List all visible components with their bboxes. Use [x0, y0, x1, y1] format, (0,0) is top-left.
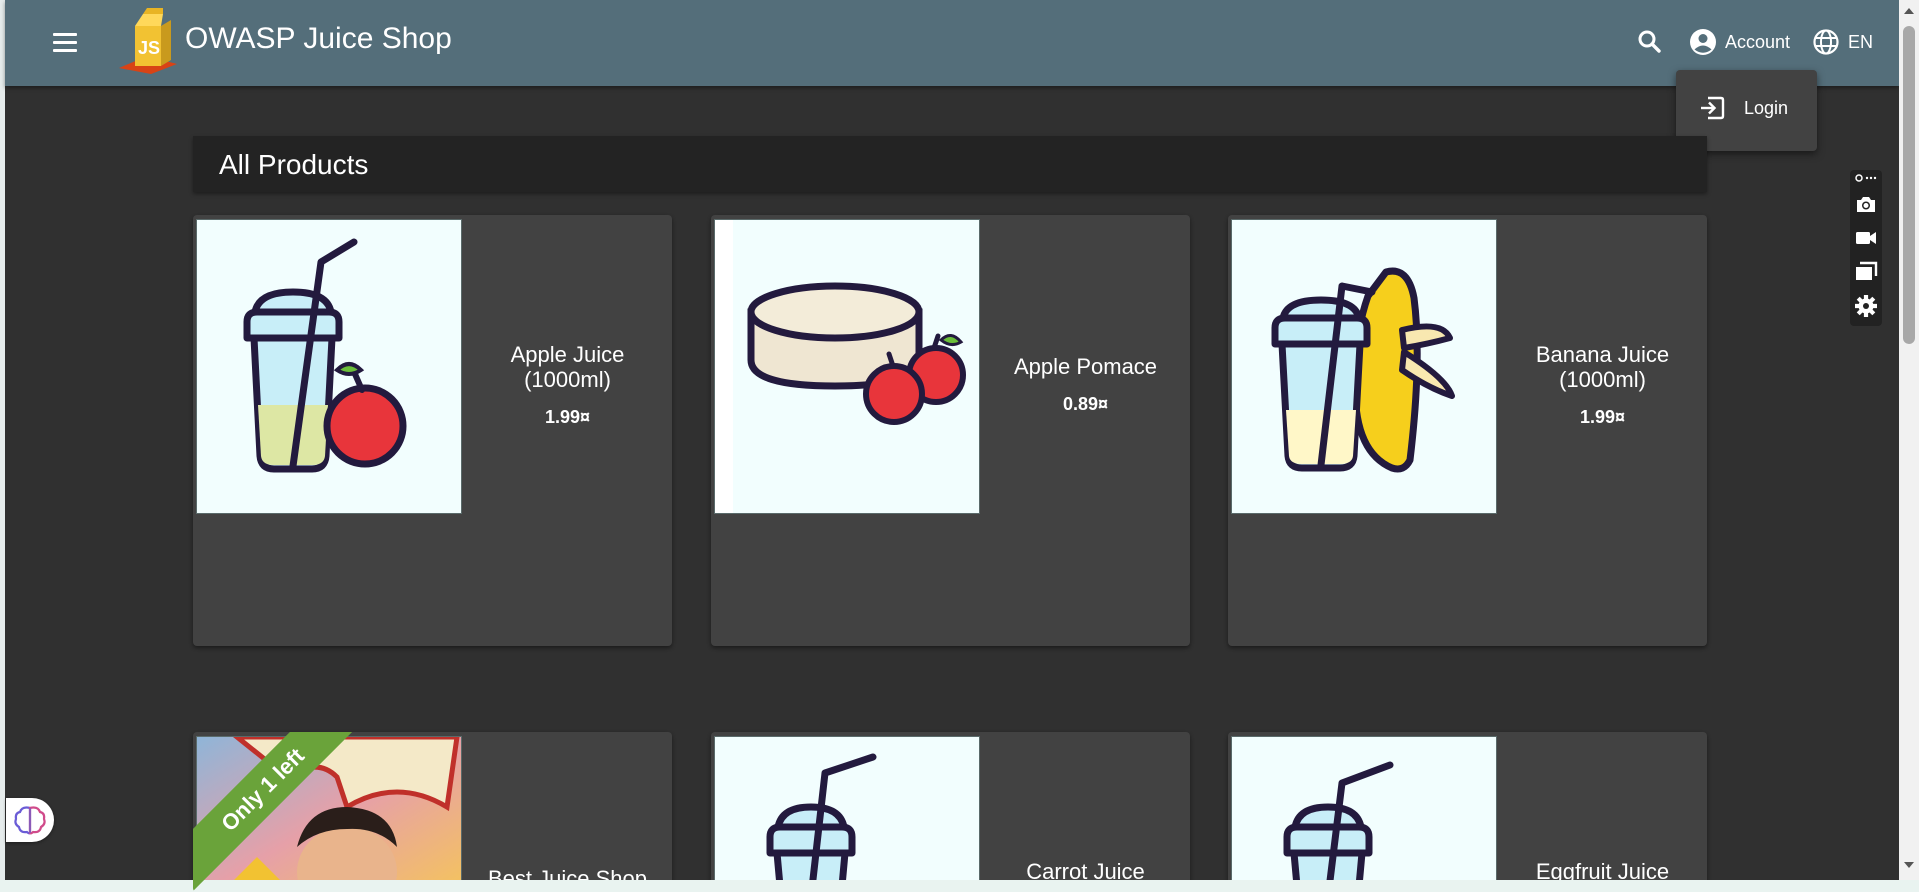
account-button[interactable]: Account — [1689, 24, 1790, 60]
search-icon — [1638, 30, 1661, 53]
product-card[interactable]: Banana Juice (1000ml) 1.99¤ — [1228, 215, 1707, 646]
scroll-up-arrow[interactable] — [1904, 8, 1914, 14]
product-info: Apple Juice (1000ml) 1.99¤ — [465, 342, 670, 428]
window-bottom-edge — [0, 880, 1919, 892]
language-button[interactable]: EN — [1812, 24, 1873, 60]
login-icon — [1701, 96, 1725, 120]
product-price: 0.89¤ — [1062, 394, 1109, 414]
product-image — [714, 736, 980, 892]
juice-cup-icon — [1283, 761, 1394, 892]
product-card[interactable]: Only 1 left Best Juice Shop — [193, 732, 672, 892]
assistant-button[interactable] — [6, 798, 54, 842]
brain-icon — [14, 806, 46, 835]
video-camera-icon[interactable] — [1854, 226, 1878, 250]
product-image — [714, 219, 980, 514]
banana-juice-cup-icon — [1271, 267, 1455, 473]
product-price: 1.99¤ — [1579, 407, 1626, 427]
globe-icon — [1813, 29, 1839, 55]
extension-more-icon[interactable] — [1854, 172, 1878, 184]
apple-juice-cup-icon — [243, 238, 407, 473]
login-label: Login — [1744, 97, 1789, 118]
product-name: Apple Pomace — [1013, 354, 1158, 379]
product-card[interactable]: Eggfruit Juice — [1228, 732, 1707, 892]
juice-cup-icon — [766, 753, 877, 892]
product-name: Banana Juice (1000ml) — [1535, 342, 1670, 392]
product-image — [196, 219, 462, 514]
product-name: Apple Juice (1000ml) — [510, 342, 625, 392]
svg-text:JS: JS — [138, 38, 160, 58]
page-scrollbar[interactable] — [1899, 0, 1919, 892]
apple-pomace-icon — [715, 220, 966, 513]
language-label: EN — [1848, 31, 1874, 52]
search-button[interactable] — [1630, 22, 1670, 62]
products-heading-bar: All Products — [193, 136, 1707, 192]
account-label: Account — [1725, 31, 1791, 52]
window-frame — [0, 0, 5, 892]
product-image — [1231, 219, 1497, 514]
account-circle-icon — [1690, 29, 1716, 55]
scroll-down-arrow[interactable] — [1904, 862, 1914, 868]
product-price: 1.99¤ — [544, 407, 591, 427]
product-info: Apple Pomace 0.89¤ — [983, 354, 1188, 415]
camera-icon[interactable] — [1854, 192, 1878, 216]
product-card[interactable]: Carrot Juice — [711, 732, 1190, 892]
hamburger-icon — [53, 33, 77, 36]
app-title[interactable]: OWASP Juice Shop — [185, 22, 452, 56]
side-menu-button[interactable] — [45, 24, 85, 60]
login-menu-item[interactable]: Login — [1676, 80, 1817, 136]
top-toolbar: JS OWASP Juice Shop Account EN — [5, 0, 1899, 86]
scrollbar-thumb[interactable] — [1903, 26, 1915, 344]
windows-icon[interactable] — [1854, 260, 1878, 284]
product-card[interactable]: Apple Pomace 0.89¤ — [711, 215, 1190, 646]
product-image — [1231, 736, 1497, 892]
capture-toolbar — [1850, 170, 1882, 326]
product-card[interactable]: Apple Juice (1000ml) 1.99¤ — [193, 215, 672, 646]
page-title: All Products — [219, 149, 369, 180]
juice-shop-logo[interactable]: JS — [117, 6, 183, 74]
product-info: Banana Juice (1000ml) 1.99¤ — [1500, 342, 1705, 428]
settings-gear-icon[interactable] — [1854, 294, 1878, 318]
